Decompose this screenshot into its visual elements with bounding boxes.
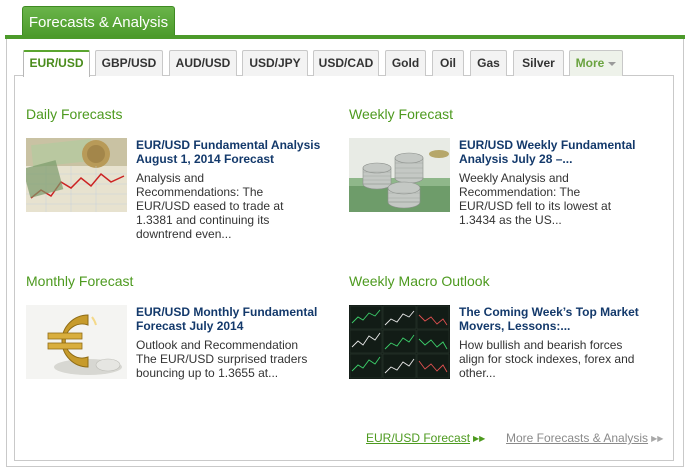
- summary-line: bouncing up to 1.3655 at...: [136, 366, 279, 380]
- macro-article-summary: How bullish and bearish forces align for…: [459, 338, 634, 380]
- summary-line: other...: [459, 366, 496, 380]
- tab-content: [14, 75, 674, 461]
- monthly-article-summary: Outlook and Recommendation The EUR/USD s…: [136, 338, 307, 380]
- eur-usd-forecast-link-label[interactable]: EUR/USD Forecast: [366, 431, 470, 445]
- weekly-article-title-line-1[interactable]: EUR/USD Weekly Fundamental: [459, 138, 635, 152]
- weekly-article-summary: Weekly Analysis and Recommendation: The …: [459, 171, 611, 227]
- tab-gas[interactable]: Gas: [470, 50, 507, 76]
- chevron-down-icon: [608, 62, 617, 66]
- tab-silver[interactable]: Silver: [513, 50, 564, 76]
- monthly-forecast-heading: Monthly Forecast: [26, 273, 134, 289]
- weekly-macro-outlook-heading: Weekly Macro Outlook: [349, 273, 490, 289]
- summary-line: EUR/USD fell to its lowest at: [459, 199, 612, 213]
- daily-article-summary: Analysis and Recommendations: The EUR/US…: [136, 171, 283, 241]
- tab-aud-usd[interactable]: AUD/USD: [169, 50, 237, 76]
- daily-article-title-line-1[interactable]: EUR/USD Fundamental Analysis: [136, 138, 320, 152]
- coin-stacks-thumbnail[interactable]: [349, 138, 450, 212]
- weekly-article-title-line-2[interactable]: Analysis July 28 –...: [459, 152, 635, 166]
- summary-line: align for stock indexes, forex and: [459, 352, 635, 366]
- daily-forecasts-heading: Daily Forecasts: [26, 106, 123, 122]
- summary-line: Recommendation: The: [459, 185, 581, 199]
- eur-usd-forecast-link[interactable]: EUR/USD Forecast ▶▶: [366, 431, 485, 445]
- forecasts-analysis-tab[interactable]: Forecasts & Analysis: [22, 6, 175, 37]
- monthly-article-title-line-2[interactable]: Forecast July 2014: [136, 319, 317, 333]
- monthly-article-title-line-1[interactable]: EUR/USD Monthly Fundamental: [136, 305, 317, 319]
- more-forecasts-analysis-link[interactable]: More Forecasts & Analysis ▶▶: [506, 431, 663, 445]
- daily-article-title[interactable]: EUR/USD Fundamental Analysis August 1, 2…: [136, 138, 320, 166]
- summary-line: How bullish and bearish forces: [459, 338, 623, 352]
- daily-article-title-line-2[interactable]: August 1, 2014 Forecast: [136, 152, 320, 166]
- summary-line: Outlook and Recommendation: [136, 338, 299, 352]
- summary-line: Weekly Analysis and: [459, 171, 569, 185]
- tab-gbp-usd[interactable]: GBP/USD: [95, 50, 163, 76]
- euro-symbol-thumbnail[interactable]: [26, 305, 127, 379]
- summary-line: 1.3434 as the US...: [459, 213, 562, 227]
- macro-article-title[interactable]: The Coming Week’s Top Market Movers, Les…: [459, 305, 639, 333]
- tab-usd-jpy[interactable]: USD/JPY: [242, 50, 308, 76]
- tab-gold[interactable]: Gold: [385, 50, 426, 76]
- summary-line: Recommendations: The: [136, 185, 264, 199]
- tab-more[interactable]: More: [569, 50, 623, 76]
- summary-line: 1.3381 and continuing its: [136, 213, 270, 227]
- macro-article-title-line-1[interactable]: The Coming Week’s Top Market: [459, 305, 639, 319]
- macro-article-title-line-2[interactable]: Movers, Lessons:...: [459, 319, 639, 333]
- summary-line: Analysis and: [136, 171, 205, 185]
- double-chevron-right-icon: ▶▶: [473, 434, 486, 443]
- money-chart-thumbnail[interactable]: [26, 138, 127, 212]
- tab-eur-usd[interactable]: EUR/USD: [23, 50, 90, 77]
- summary-line: downtrend even...: [136, 227, 232, 241]
- monthly-article-title[interactable]: EUR/USD Monthly Fundamental Forecast Jul…: [136, 305, 317, 333]
- tab-usd-cad[interactable]: USD/CAD: [313, 50, 379, 76]
- tab-oil[interactable]: Oil: [432, 50, 464, 76]
- more-forecasts-analysis-link-label[interactable]: More Forecasts & Analysis: [506, 431, 648, 445]
- trading-screens-thumbnail[interactable]: [349, 305, 450, 379]
- double-chevron-right-icon: ▶▶: [651, 434, 664, 443]
- weekly-forecast-heading: Weekly Forecast: [349, 106, 453, 122]
- summary-line: The EUR/USD surprised traders: [136, 352, 308, 366]
- weekly-article-title[interactable]: EUR/USD Weekly Fundamental Analysis July…: [459, 138, 635, 166]
- tab-more-label: More: [575, 56, 605, 70]
- summary-line: EUR/USD eased to trade at: [136, 199, 284, 213]
